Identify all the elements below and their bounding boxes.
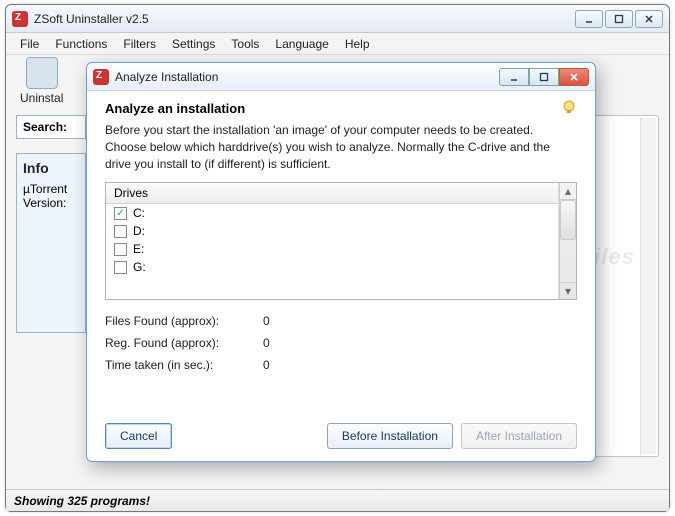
search-label: Search:	[16, 115, 86, 139]
drives-header: Drives	[106, 183, 558, 204]
menu-language[interactable]: Language	[269, 35, 334, 53]
menu-filters[interactable]: Filters	[117, 35, 162, 53]
drive-checkbox-e[interactable]	[114, 243, 127, 256]
toolbar-uninstall-label: Uninstal	[20, 91, 63, 105]
drive-row-d[interactable]: D:	[106, 222, 558, 240]
cancel-button-label: Cancel	[120, 429, 157, 443]
menubar: File Functions Filters Settings Tools La…	[6, 33, 669, 55]
main-window-title: ZSoft Uninstaller v2.5	[34, 12, 575, 26]
scroll-thumb[interactable]	[560, 200, 576, 240]
dialog-description: Before you start the installation 'an im…	[105, 122, 577, 172]
dialog-title: Analyze Installation	[115, 70, 499, 84]
main-titlebar[interactable]: ZSoft Uninstaller v2.5	[6, 5, 669, 33]
dialog-titlebar[interactable]: Analyze Installation	[87, 63, 595, 91]
menu-help[interactable]: Help	[339, 35, 376, 53]
cancel-button[interactable]: Cancel	[105, 423, 172, 449]
drive-label: G:	[133, 260, 146, 274]
stat-reg-value: 0	[263, 336, 293, 350]
minimize-button[interactable]	[575, 10, 603, 28]
info-line-version: Version:	[23, 196, 79, 210]
scroll-down-button[interactable]: ▾	[560, 282, 576, 299]
uninstall-icon	[26, 57, 58, 89]
drive-checkbox-d[interactable]	[114, 225, 127, 238]
stat-files-label: Files Found (approx):	[105, 314, 255, 328]
info-header: Info	[23, 160, 79, 176]
drive-label: D:	[133, 224, 145, 238]
status-text: Showing 325 programs!	[14, 494, 150, 508]
info-line-program: µTorrent	[23, 182, 79, 196]
drive-label: C:	[133, 206, 145, 220]
before-button-label: Before Installation	[342, 429, 438, 443]
toolbar-uninstall-button[interactable]: Uninstal	[20, 57, 63, 105]
menu-tools[interactable]: Tools	[225, 35, 265, 53]
after-installation-button[interactable]: After Installation	[461, 423, 577, 449]
drives-listbox: Drives ✓ C: D: E: G: ▴	[105, 182, 577, 300]
dialog-close-button[interactable]	[559, 68, 589, 86]
stat-time-value: 0	[263, 358, 293, 372]
menu-settings[interactable]: Settings	[166, 35, 221, 53]
dialog-minimize-button[interactable]	[499, 68, 529, 86]
drive-row-e[interactable]: E:	[106, 240, 558, 258]
menu-functions[interactable]: Functions	[49, 35, 113, 53]
drive-checkbox-c[interactable]: ✓	[114, 207, 127, 220]
drives-scrollbar[interactable]: ▴ ▾	[559, 183, 576, 299]
lightbulb-icon	[561, 99, 577, 115]
scroll-up-button[interactable]: ▴	[560, 183, 576, 200]
dialog-app-icon	[93, 69, 109, 85]
before-installation-button[interactable]: Before Installation	[327, 423, 453, 449]
info-panel: Info µTorrent Version:	[16, 153, 86, 333]
status-bar: Showing 325 programs!	[6, 489, 669, 511]
program-list-scrollbar[interactable]	[640, 118, 656, 454]
drive-checkbox-g[interactable]	[114, 261, 127, 274]
close-button[interactable]	[635, 10, 663, 28]
stat-time-label: Time taken (in sec.):	[105, 358, 255, 372]
stat-reg-label: Reg. Found (approx):	[105, 336, 255, 350]
maximize-button[interactable]	[605, 10, 633, 28]
drive-row-g[interactable]: G:	[106, 258, 558, 276]
after-button-label: After Installation	[476, 429, 562, 443]
stat-files-value: 0	[263, 314, 293, 328]
drive-row-c[interactable]: ✓ C:	[106, 204, 558, 222]
dialog-heading: Analyze an installation	[105, 101, 577, 116]
menu-file[interactable]: File	[14, 35, 45, 53]
dialog-maximize-button[interactable]	[529, 68, 559, 86]
drive-label: E:	[133, 242, 144, 256]
analyze-dialog: Analyze Installation Analyze an installa…	[86, 62, 596, 462]
app-icon	[12, 11, 28, 27]
